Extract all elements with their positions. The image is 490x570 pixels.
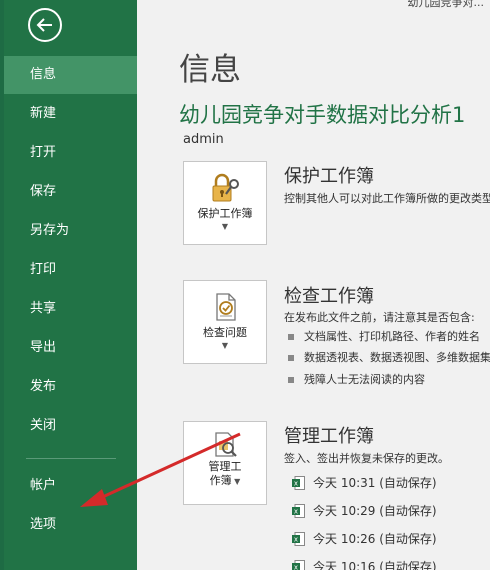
excel-file-icon: x [292, 532, 305, 546]
back-arrow-icon [36, 18, 52, 32]
nav-save-as[interactable]: 另存为 [4, 212, 137, 250]
autosave-version-item[interactable]: x 今天 10:29 (自动保存) [292, 502, 437, 519]
nav-info[interactable]: 信息 [4, 56, 137, 94]
nav-open[interactable]: 打开 [4, 134, 137, 172]
back-button[interactable] [28, 8, 62, 42]
excel-file-icon: x [292, 504, 305, 518]
inspect-section-description: 在发布此文件之前，请注意其是否包含: [284, 311, 475, 324]
manage-workbook-icon [215, 432, 237, 457]
document-owner: admin [183, 132, 224, 147]
backstage-sidebar: 信息 新建 打开 保存 另存为 打印 共享 导出 发布 关闭 帐户 选项 [4, 0, 137, 570]
nav-save[interactable]: 保存 [4, 173, 137, 211]
protect-workbook-button[interactable]: 保护工作簿 ▼ [183, 161, 267, 245]
nav-export[interactable]: 导出 [4, 329, 137, 367]
nav-share[interactable]: 共享 [4, 290, 137, 328]
protect-section-title: 保护工作簿 [284, 166, 374, 187]
document-name: 幼儿园竞争对手数据对比分析1 [179, 103, 466, 127]
protect-section-description: 控制其他人可以对此工作簿所做的更改类型。 [284, 192, 490, 205]
nav-options[interactable]: 选项 [4, 506, 137, 544]
manage-workbook-button[interactable]: 管理工 作簿 ▼ [183, 421, 267, 505]
excel-file-icon: x [292, 476, 305, 490]
manage-workbook-button-label-line2: 作簿 ▼ [209, 474, 241, 487]
svg-text:x: x [294, 564, 298, 570]
autosave-version-item[interactable]: x 今天 10:16 (自动保存) [292, 558, 437, 570]
svg-text:x: x [294, 508, 298, 516]
nav-publish[interactable]: 发布 [4, 368, 137, 406]
inspect-section-title: 检查工作簿 [284, 286, 374, 307]
check-issues-button[interactable]: 检查问题 ▼ [183, 280, 267, 364]
chevron-down-icon: ▼ [221, 341, 229, 350]
inspect-bullet: 残障人士无法阅读的内容 [288, 371, 425, 387]
nav-account[interactable]: 帐户 [4, 467, 137, 505]
inspect-bullet: 文档属性、打印机路径、作者的姓名 [288, 328, 480, 344]
check-issues-button-label: 检查问题 [203, 326, 247, 339]
manage-section-description: 签入、签出并恢复未保存的更改。 [284, 452, 449, 465]
inspect-bullet: 数据透视表、数据透视图、多维数据集 [288, 349, 490, 365]
chevron-down-icon: ▼ [221, 222, 229, 231]
excel-file-icon: x [292, 560, 305, 570]
manage-section-title: 管理工作簿 [284, 426, 374, 447]
page-title: 信息 [179, 52, 241, 88]
svg-text:x: x [294, 480, 298, 488]
protect-workbook-button-label: 保护工作簿 [197, 207, 253, 220]
lock-key-icon [212, 173, 239, 202]
window-title: 幼儿园竞争对... [407, 0, 485, 9]
nav-new[interactable]: 新建 [4, 95, 137, 133]
autosave-version-item[interactable]: x 今天 10:26 (自动保存) [292, 530, 437, 547]
manage-workbook-button-label: 管理工 [208, 460, 242, 473]
info-pane: 幼儿园竞争对... 信息 幼儿园竞争对手数据对比分析1 admin 保护工作簿 … [137, 0, 490, 570]
inspect-document-icon [216, 293, 236, 321]
nav-print[interactable]: 打印 [4, 251, 137, 289]
nav-divider [26, 458, 116, 459]
svg-text:x: x [294, 536, 298, 544]
autosave-version-item[interactable]: x 今天 10:31 (自动保存) [292, 474, 437, 491]
nav-close[interactable]: 关闭 [4, 407, 137, 445]
